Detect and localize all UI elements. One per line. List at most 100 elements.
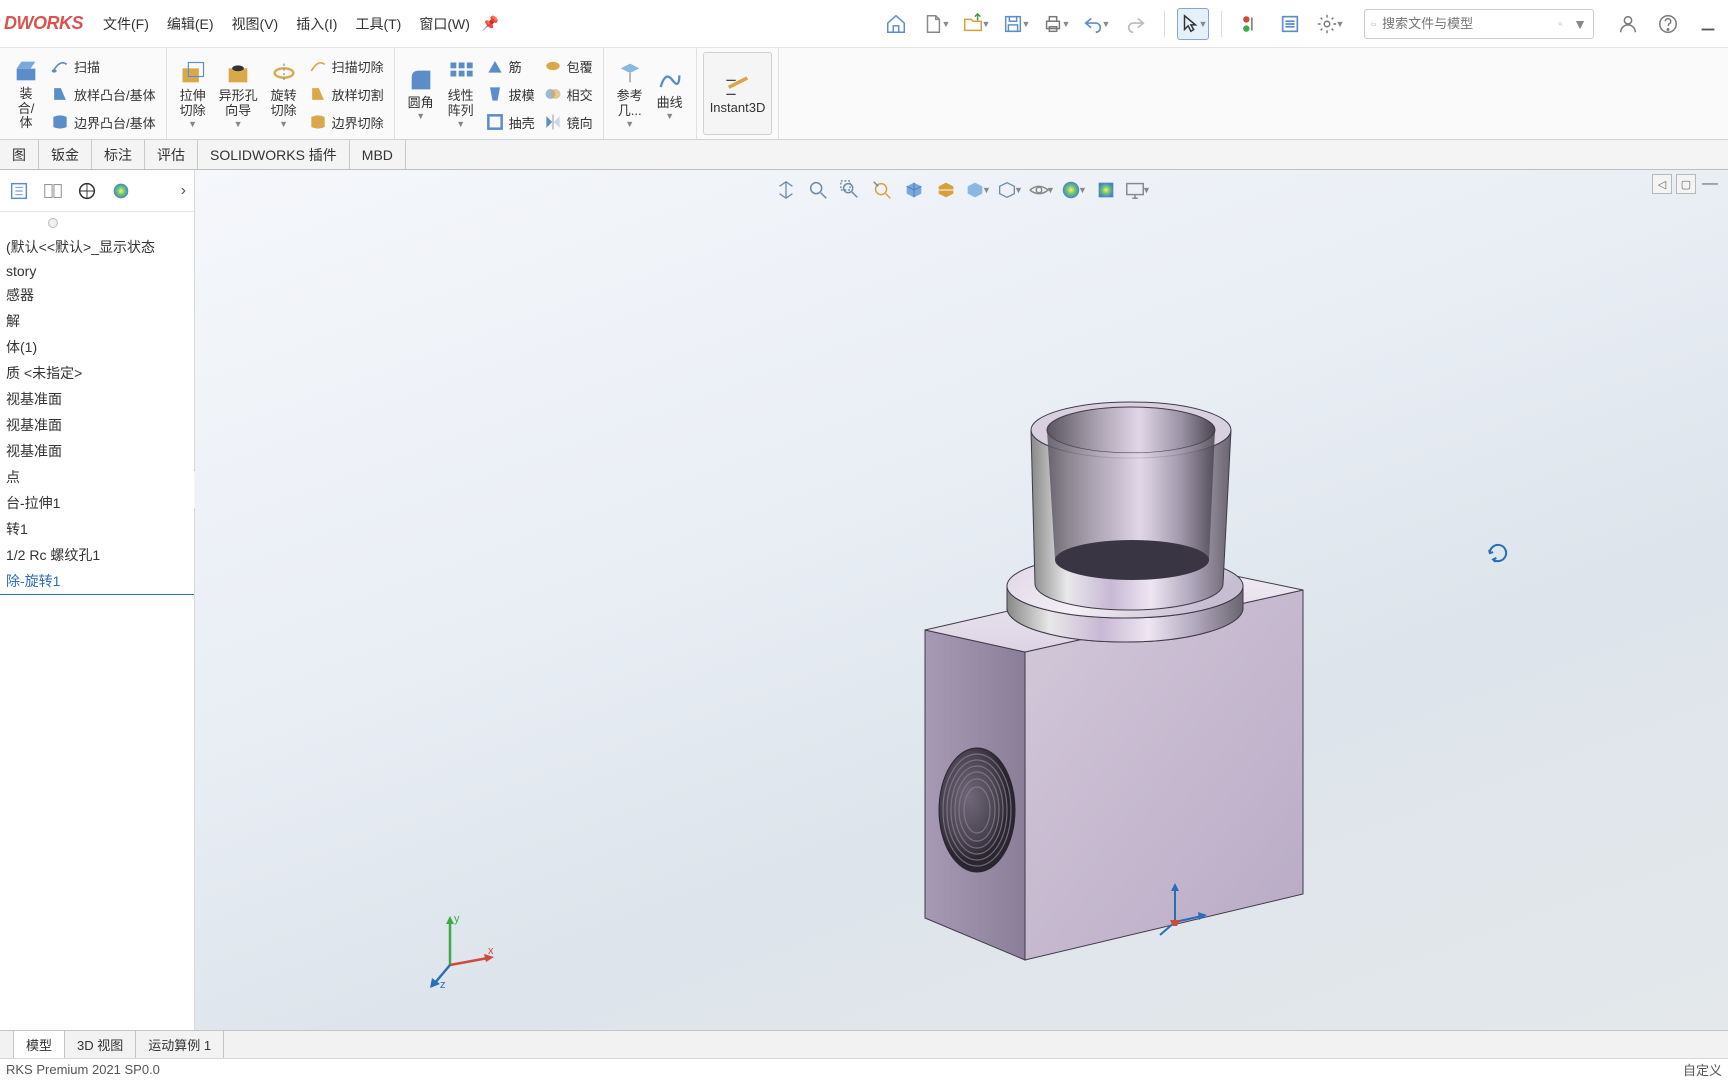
feature-tree[interactable]: (默认<<默认>_显示状态 story 感器 解 体(1) 质 <未指定> 视基… — [0, 232, 194, 1030]
menu-tools[interactable]: 工具(T) — [355, 14, 401, 34]
wrap-button[interactable]: 包覆 — [539, 53, 597, 79]
vp-close-icon[interactable]: — — [1700, 174, 1720, 194]
hud-hide-show-icon[interactable]: ▼ — [996, 176, 1024, 204]
view-triad-icon: y x z — [420, 910, 500, 990]
open-icon[interactable]: ▼ — [960, 8, 992, 40]
shell-button[interactable]: 抽壳 — [481, 109, 539, 135]
feature-tabbar: 图 钣金 标注 评估 SOLIDWORKS 插件 MBD — [0, 140, 1728, 170]
tree-item[interactable]: 视基准面 — [0, 412, 194, 438]
folder-icon — [1371, 16, 1376, 32]
tree-tab-property-icon[interactable] — [38, 176, 68, 206]
status-version: RKS Premium 2021 SP0.0 — [6, 1062, 160, 1077]
menu-window[interactable]: 窗口(W) — [419, 14, 470, 34]
tree-item[interactable]: 解 — [0, 308, 194, 334]
mirror-button[interactable]: 镜向 — [539, 109, 597, 135]
undo-icon[interactable]: ▼ — [1080, 8, 1112, 40]
tree-item[interactable]: 台-拉伸1 — [0, 490, 194, 516]
tree-item[interactable]: 转1 — [0, 516, 194, 542]
hud-previous-view-icon[interactable] — [868, 176, 896, 204]
menu-view[interactable]: 视图(V) — [232, 14, 279, 34]
save-icon[interactable]: ▼ — [1000, 8, 1032, 40]
select-icon[interactable]: ▼ — [1177, 8, 1209, 40]
tree-expand-icon[interactable]: › — [177, 178, 190, 204]
sweep-cut-button[interactable]: 扫描切除 — [304, 53, 388, 79]
btab-motion[interactable]: 运动算例 1 — [136, 1031, 224, 1058]
lofted-boss-button[interactable]: 放样凸台/基体 — [46, 81, 160, 107]
tab-plugins[interactable]: SOLIDWORKS 插件 — [198, 140, 350, 169]
tree-item[interactable]: 体(1) — [0, 334, 194, 360]
tree-tab-config-icon[interactable] — [72, 176, 102, 206]
hud-dynamic-clip-icon[interactable] — [932, 176, 960, 204]
vp-max-icon[interactable]: ▢ — [1676, 174, 1696, 194]
search-input[interactable] — [1382, 16, 1558, 31]
hud-eye-icon[interactable]: ▼ — [1028, 176, 1056, 204]
hud-scene-icon[interactable] — [1092, 176, 1120, 204]
search-box[interactable]: ▼ — [1364, 9, 1594, 39]
loft-cut-button[interactable]: 放样切割 — [304, 81, 388, 107]
tree-item[interactable]: story — [0, 260, 194, 282]
pin-icon[interactable]: 📌 — [482, 15, 499, 32]
ref-geometry-button[interactable]: 参考 几...▼ — [610, 52, 650, 136]
settings-gear-icon[interactable]: ▼ — [1314, 8, 1346, 40]
rebuild-icon[interactable] — [1234, 8, 1266, 40]
tab-evaluate[interactable]: 评估 — [145, 140, 198, 169]
draft-button[interactable]: 拔模 — [481, 81, 539, 107]
status-bar: RKS Premium 2021 SP0.0 自定义 — [0, 1058, 1728, 1080]
tab-annotate[interactable]: 标注 — [92, 140, 145, 169]
new-icon[interactable]: ▼ — [920, 8, 952, 40]
hud-render-icon[interactable]: ▼ — [1124, 176, 1152, 204]
print-icon[interactable]: ▼ — [1040, 8, 1072, 40]
fillet-button[interactable]: 圆角▼ — [401, 52, 441, 136]
feature-base-icon[interactable]: 装合/体 — [6, 52, 46, 136]
hole-wizard-button[interactable]: 异形孔 向导▼ — [213, 52, 264, 136]
linear-pattern-button[interactable]: 线性 阵列▼ — [441, 52, 481, 136]
hud-zoom-area-icon[interactable] — [836, 176, 864, 204]
user-icon[interactable] — [1612, 8, 1644, 40]
boundary-boss-button[interactable]: 边界凸台/基体 — [46, 109, 160, 135]
tree-item[interactable]: 视基准面 — [0, 438, 194, 464]
btab-model[interactable]: 模型 — [14, 1031, 65, 1058]
hud-appearance-icon[interactable]: ▼ — [1060, 176, 1088, 204]
help-icon[interactable] — [1652, 8, 1684, 40]
rotate-cursor-icon — [1485, 540, 1511, 569]
menu-edit[interactable]: 编辑(E) — [167, 14, 214, 34]
hud-display-style-icon[interactable]: ▼ — [964, 176, 992, 204]
vp-prev-icon[interactable]: ◁ — [1652, 174, 1672, 194]
curve-button[interactable]: 曲线▼ — [650, 52, 690, 136]
home-icon[interactable] — [880, 8, 912, 40]
tab-mbd[interactable]: MBD — [350, 140, 406, 169]
tree-item[interactable]: 视基准面 — [0, 386, 194, 412]
tree-tab-feature-icon[interactable] — [4, 176, 34, 206]
tab-drawing[interactable]: 图 — [0, 140, 39, 169]
tree-tab-appearance-icon[interactable] — [106, 176, 136, 206]
model-render — [895, 290, 1395, 970]
tree-item-selected[interactable]: 除-旋转1 — [0, 568, 194, 595]
revolve-cut-button[interactable]: 旋转 切除▼ — [264, 52, 304, 136]
options-list-icon[interactable] — [1274, 8, 1306, 40]
hud-orient-icon[interactable] — [772, 176, 800, 204]
tab-sheetmetal[interactable]: 钣金 — [39, 140, 92, 169]
hud-zoom-fit-icon[interactable] — [804, 176, 832, 204]
quick-toolbar: ▼ ▼ ▼ ▼ ▼ ▼ ▼ ▼ — [880, 8, 1724, 40]
redo-icon[interactable] — [1120, 8, 1152, 40]
hud-section-view-icon[interactable] — [900, 176, 928, 204]
extruded-cut-button[interactable]: 拉伸 切除▼ — [173, 52, 213, 136]
viewport-3d[interactable]: ▼ ▼ ▼ ▼ ▼ ◁ ▢ — — [195, 170, 1728, 1030]
sweep-button[interactable]: 扫描 — [46, 53, 160, 79]
instant3d-button[interactable]: Instant3D — [703, 52, 773, 135]
menu-bar: 文件(F) 编辑(E) 视图(V) 插入(I) 工具(T) 窗口(W) — [103, 14, 470, 34]
view-hud: ▼ ▼ ▼ ▼ ▼ — [770, 174, 1154, 206]
tree-root[interactable]: (默认<<默认>_显示状态 — [0, 234, 194, 260]
tree-item[interactable]: 1/2 Rc 螺纹孔1 — [0, 542, 194, 568]
tree-item[interactable]: 点 — [0, 464, 194, 490]
magnify-icon — [1558, 16, 1563, 32]
minimize-icon[interactable] — [1692, 8, 1724, 40]
btab-3dview[interactable]: 3D 视图 — [65, 1031, 136, 1058]
rib-button[interactable]: 筋 — [481, 53, 539, 79]
tree-item[interactable]: 质 <未指定> — [0, 360, 194, 386]
boundary-cut-button[interactable]: 边界切除 — [304, 109, 388, 135]
menu-insert[interactable]: 插入(I) — [296, 14, 337, 34]
menu-file[interactable]: 文件(F) — [103, 14, 149, 34]
tree-item[interactable]: 感器 — [0, 282, 194, 308]
intersect-button[interactable]: 相交 — [539, 81, 597, 107]
